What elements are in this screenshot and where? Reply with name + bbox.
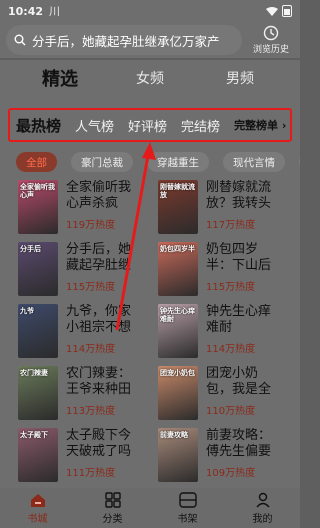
nav-label: 我的: [252, 513, 273, 525]
annotation-arrow: [115, 142, 156, 331]
nav-category[interactable]: 分类: [75, 488, 150, 528]
home-icon: [30, 493, 45, 507]
profile-icon: [255, 492, 270, 507]
nav-bookshelf[interactable]: 书架: [150, 488, 225, 528]
bottom-nav: 书城 分类 书架 我的: [0, 488, 300, 528]
nav-label: 书城: [27, 513, 48, 525]
nav-label: 书架: [177, 513, 198, 525]
nav-bookstore[interactable]: 书城: [0, 488, 75, 528]
bookshelf-icon: [178, 491, 197, 508]
nav-label: 分类: [102, 513, 123, 525]
grid-icon: [104, 491, 121, 508]
nav-mine[interactable]: 我的: [225, 488, 300, 528]
